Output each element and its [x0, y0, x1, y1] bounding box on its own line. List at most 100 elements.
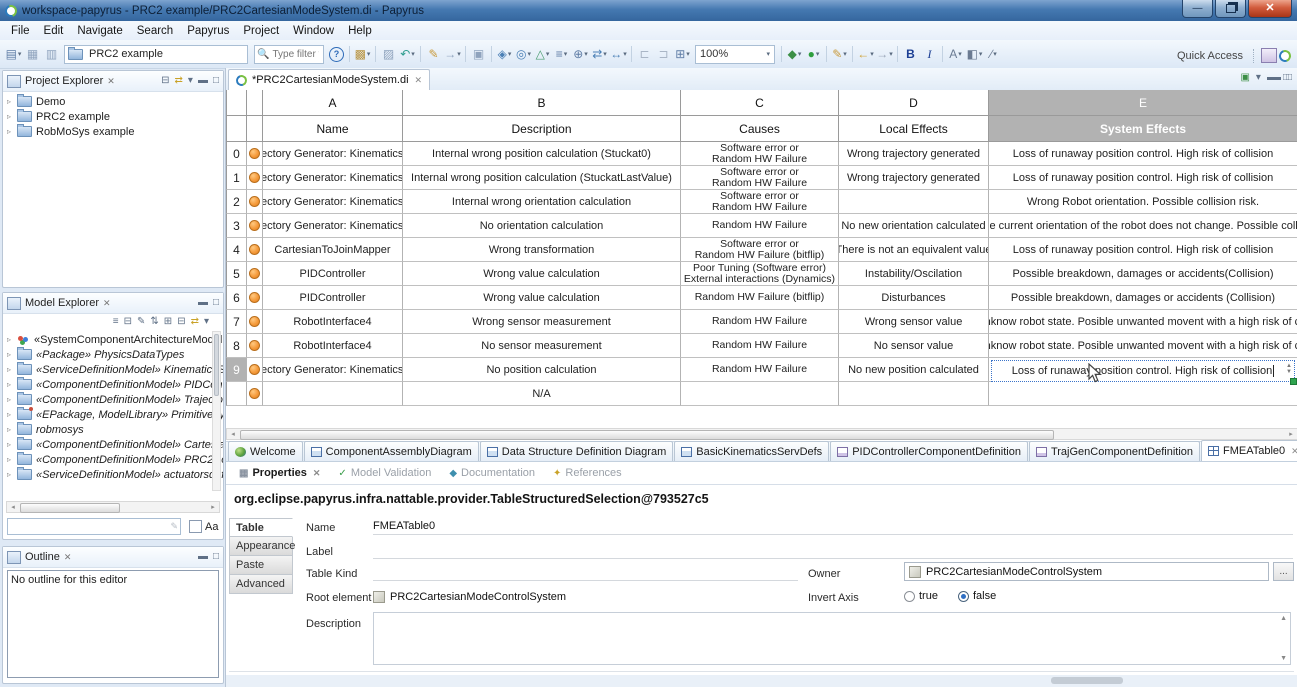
fill-color-button[interactable]: ◧▾ [966, 45, 983, 63]
menu-navigate[interactable]: Navigate [70, 23, 129, 39]
alphabetical-sort-icon[interactable]: ⇅ [150, 317, 158, 327]
chevron-down-icon[interactable]: ▾ [457, 51, 461, 58]
row-header-7[interactable]: 7 [226, 310, 247, 334]
cell-causes[interactable]: Software error or Random HW Failure [681, 166, 839, 190]
cell-local-effects[interactable]: No sensor value [839, 334, 989, 358]
new-view-icon[interactable]: ▣ [1240, 72, 1249, 83]
outline-header[interactable]: Outline ✕ ▬ □ [3, 547, 223, 568]
expander-icon[interactable]: ▹ [7, 350, 17, 359]
scroll-right-icon[interactable]: ▸ [207, 502, 219, 512]
cell-causes[interactable]: Software error or Random HW Failure [681, 142, 839, 166]
cell-local-effects[interactable] [839, 190, 989, 214]
chevron-down-icon[interactable]: ▾ [843, 51, 847, 58]
scrollbar-thumb[interactable] [240, 430, 1054, 440]
hierarchy-tool-button[interactable]: △▾ [534, 45, 551, 63]
node-tool-button[interactable]: ◎▾ [515, 45, 532, 63]
row-header-5[interactable]: 5 [226, 262, 247, 286]
filter-search-box[interactable]: 🔍 [254, 45, 324, 64]
cell-description[interactable]: Internal wrong position calculation (Stu… [403, 166, 681, 190]
undo-button[interactable]: ↶▾ [399, 45, 416, 63]
close-icon[interactable]: ✕ [107, 76, 115, 87]
diagram-tab-componentassemblydiagram[interactable]: ComponentAssemblyDiagram [304, 441, 479, 461]
run-button[interactable]: ●▾ [805, 45, 822, 63]
cell-system-effects[interactable]: Loss of runaway position control. High r… [989, 142, 1297, 166]
maximize-view-icon[interactable]: □ [213, 76, 219, 86]
cell-local-effects[interactable]: Wrong sensor value [839, 310, 989, 334]
cell-causes[interactable]: Random HW Failure [681, 310, 839, 334]
cell-causes[interactable]: Software error or Random HW Failure [681, 190, 839, 214]
root-element-field[interactable]: PRC2CartesianModeControlSystem [373, 588, 798, 605]
expander-icon[interactable]: ▹ [7, 97, 17, 106]
expander-icon[interactable]: ▹ [7, 127, 17, 136]
collapse-all-icon[interactable]: ⊟ [177, 317, 185, 327]
cell-name[interactable]: CartesianToJoinMapper [263, 238, 403, 262]
cell-name[interactable]: ajectory Generator: Kinematics... [263, 214, 403, 238]
row-marker-cell[interactable] [247, 214, 263, 238]
chevron-down-icon[interactable]: ▾ [623, 51, 627, 58]
view-menu-icon[interactable]: ▾ [1256, 72, 1261, 83]
properties-horizontal-scrollbar[interactable] [226, 675, 1297, 687]
row-marker-cell[interactable] [247, 166, 263, 190]
back-button[interactable]: ←▾ [857, 45, 874, 63]
model-explorer-horizontal-scrollbar[interactable]: ◂ ▸ [6, 501, 220, 513]
column-header-name[interactable]: Name [263, 116, 403, 142]
cell-description[interactable]: No position calculation [403, 358, 681, 382]
row-marker-cell[interactable] [247, 142, 263, 166]
cell-spinner[interactable]: ▲▼ [1286, 363, 1292, 375]
cell-system-effects[interactable]: Possible breakdown, damages or accidents… [989, 262, 1297, 286]
cell-causes[interactable] [681, 382, 839, 406]
minimize-view-icon[interactable]: ▬ [1267, 72, 1277, 83]
chevron-down-icon[interactable]: ▾ [527, 51, 531, 58]
expander-icon[interactable]: ▹ [7, 410, 17, 419]
close-icon[interactable]: ✕ [64, 552, 72, 563]
navigate-arrow-button[interactable]: →▾ [444, 45, 461, 63]
table-kind-field[interactable] [373, 564, 798, 581]
column-letter-B[interactable]: B [403, 90, 681, 116]
diagram-tab-data-structure-definition-diagram[interactable]: Data Structure Definition Diagram [480, 441, 673, 461]
link-with-editor-icon[interactable]: ⇄ [191, 317, 199, 327]
expand-all-icon[interactable]: ⊞ [164, 317, 172, 327]
scrollbar-thumb[interactable] [214, 334, 219, 396]
align-left-button[interactable]: ⊏ [636, 45, 653, 63]
expander-icon[interactable]: ▹ [7, 380, 17, 389]
chevron-down-icon[interactable]: ▾ [564, 51, 568, 58]
cell-description[interactable]: N/A [403, 382, 681, 406]
cell-description[interactable]: Wrong transformation [403, 238, 681, 262]
load-button[interactable]: ✎ [425, 45, 442, 63]
expander-icon[interactable]: ▹ [7, 365, 17, 374]
chevron-down-icon[interactable]: ▾ [979, 51, 983, 58]
label-field[interactable] [373, 542, 1293, 559]
column-letter-E[interactable]: E [989, 90, 1297, 116]
editor-tab[interactable]: *PRC2CartesianModeSystem.di ✕ [228, 69, 430, 90]
column-header-causes[interactable]: Causes [681, 116, 839, 142]
filter-search-input[interactable] [270, 48, 321, 61]
chevron-down-icon[interactable]: ▾ [584, 51, 588, 58]
column-header-system-effects[interactable]: System Effects [989, 116, 1297, 142]
case-sensitive-checkbox[interactable] [189, 520, 202, 533]
model-item[interactable]: ▹«ComponentDefinitionModel» TrajectoryG [3, 392, 223, 407]
cell-causes[interactable]: Poor Tuning (Software error) External in… [681, 262, 839, 286]
column-header-local-effects[interactable]: Local Effects [839, 116, 989, 142]
cell-name[interactable]: PIDController [263, 262, 403, 286]
font-color-button[interactable]: A▾ [947, 45, 964, 63]
cell-system-effects[interactable] [989, 382, 1297, 406]
restore-window-button[interactable] [1215, 0, 1246, 18]
scrollbar-thumb[interactable] [20, 503, 120, 513]
menu-search[interactable]: Search [130, 23, 180, 39]
scroll-up-icon[interactable]: ▲ [1280, 615, 1287, 622]
model-item[interactable]: ▹«ServiceDefinitionModel» actuatorsdef [3, 467, 223, 482]
chevron-down-icon[interactable]: ▾ [603, 51, 607, 58]
sync-tool-button[interactable]: ⇄▾ [591, 45, 608, 63]
cell-causes[interactable]: Random HW Failure (bitflip) [681, 286, 839, 310]
chevron-down-icon[interactable]: ▾ [993, 51, 997, 58]
row-header-3[interactable]: 3 [226, 214, 247, 238]
table-horizontal-scrollbar[interactable]: ◂ ▸ [226, 428, 1297, 440]
cell-local-effects[interactable]: No new orientation calculated [839, 214, 989, 238]
chevron-down-icon[interactable]: ▾ [508, 51, 512, 58]
expander-icon[interactable]: ▹ [7, 112, 17, 121]
cell-local-effects[interactable]: Wrong trajectory generated [839, 142, 989, 166]
chevron-down-icon[interactable]: ▾ [411, 51, 415, 58]
working-set-input[interactable] [87, 47, 244, 61]
menu-help[interactable]: Help [341, 23, 379, 39]
model-item[interactable]: ▹«Package» PhysicsDataTypes [3, 347, 223, 362]
